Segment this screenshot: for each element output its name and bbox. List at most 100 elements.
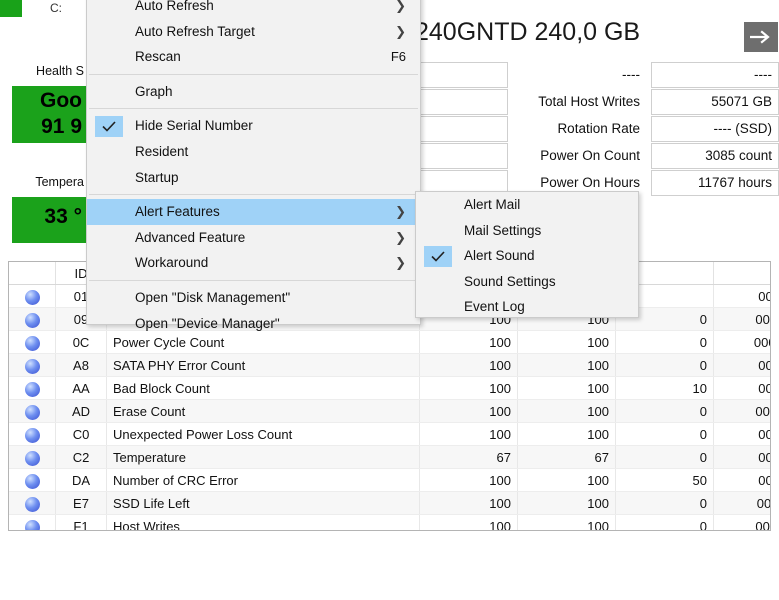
row-attribute-name: Number of CRC Error: [106, 468, 420, 492]
row-attribute-name: Bad Block Count: [106, 376, 420, 400]
info-field-0-value[interactable]: ----: [651, 62, 779, 88]
row-raw-value: 000000000068: [713, 376, 770, 400]
row-attribute-name: Unexpected Power Loss Count: [106, 422, 420, 446]
menu-item-advanced-feature[interactable]: Advanced Feature ❯: [87, 225, 420, 251]
row-threshold: 0: [615, 330, 714, 354]
total-host-writes-value[interactable]: 55071 GB: [651, 89, 779, 115]
row-id: C0: [55, 422, 107, 446]
menu-item-auto-refresh-target[interactable]: Auto Refresh Target ❯: [87, 19, 420, 45]
menu-item-label: Open "Disk Management": [135, 289, 291, 305]
table-row[interactable]: C0Unexpected Power Loss Count10010000000…: [9, 422, 770, 446]
row-attribute-name: SATA PHY Error Count: [106, 353, 420, 377]
submenu-item-label: Sound Settings: [464, 273, 556, 289]
tab-drive-c-label: C:: [50, 1, 62, 15]
info-field-1-row: Total Host Writes: [500, 89, 640, 115]
tab-drive-c[interactable]: C:: [22, 0, 90, 22]
row-threshold: 0: [615, 514, 714, 530]
menu-item-open-disk-management[interactable]: Open "Disk Management": [87, 285, 420, 311]
menu-item-label: Graph: [135, 83, 173, 99]
row-raw-value: 000000000C0D: [713, 330, 770, 354]
col-status[interactable]: [9, 262, 56, 285]
power-on-count-value[interactable]: 3085 count: [651, 143, 779, 169]
menu-item-label: Advanced Feature: [135, 229, 246, 245]
table-row[interactable]: A8SATA PHY Error Count100100000000000000…: [9, 353, 770, 377]
context-menu[interactable]: Auto Refresh ❯ Auto Refresh Target ❯ Rescan F…: [86, 0, 421, 331]
power-on-hours-value[interactable]: 11767 hours: [651, 170, 779, 196]
menu-item-label: Auto Refresh: [135, 0, 214, 13]
col-raw[interactable]: Raw Values: [713, 262, 770, 285]
row-raw-value: 00000000005B: [713, 491, 770, 515]
row-current: 100: [419, 399, 518, 423]
menu-item-startup[interactable]: Startup: [87, 165, 420, 191]
menu-item-auto-refresh[interactable]: Auto Refresh ❯: [87, 0, 420, 19]
info-field-3-row: Power On Count: [500, 143, 640, 169]
app-root: C: Health S Goo 91 9 Tempera 33 ° 0 240G…: [0, 0, 779, 600]
arrow-right-icon: [750, 30, 772, 44]
row-raw-value: 000000000012: [713, 422, 770, 446]
menu-item-label: Alert Features: [135, 204, 220, 220]
menu-item-workaround[interactable]: Workaround ❯: [87, 250, 420, 276]
row-status-cell: [9, 514, 56, 530]
chevron-right-icon: ❯: [395, 23, 406, 39]
menu-item-shortcut: F6: [390, 49, 406, 65]
table-row[interactable]: C2Temperature67670002100210021: [9, 445, 770, 469]
table-row[interactable]: E7SSD Life Left100100000000000005B: [9, 491, 770, 515]
table-row[interactable]: DANumber of CRC Error1001005000000000000…: [9, 468, 770, 492]
chevron-right-icon: ❯: [395, 229, 406, 245]
check-indicator: [95, 115, 123, 137]
row-id: AA: [55, 376, 107, 400]
menu-item-label: Hide Serial Number: [135, 118, 253, 134]
menu-item-resident[interactable]: Resident: [87, 139, 420, 165]
menu-item-label: Resident: [135, 143, 189, 159]
submenu-item-label: Alert Sound: [464, 248, 535, 264]
status-dot-icon: [24, 404, 40, 420]
status-dot-icon: [24, 496, 40, 512]
summary-pane: Health S Goo 91 9 Tempera 33 °: [0, 20, 86, 255]
row-threshold: 50: [615, 468, 714, 492]
submenu-item-alert-mail[interactable]: Alert Mail: [416, 192, 638, 218]
table-row[interactable]: F1Host Writes100100000000000D71F: [9, 514, 770, 530]
submenu-item-label: Alert Mail: [464, 197, 521, 212]
info-field-0-label: ----: [622, 67, 640, 82]
status-dot-icon: [24, 358, 40, 374]
menu-item-open-device-manager[interactable]: Open "Device Manager": [87, 311, 420, 337]
row-worst: 100: [517, 514, 616, 530]
row-threshold: 0: [615, 491, 714, 515]
row-worst: 100: [517, 330, 616, 354]
submenu-item-mail-settings[interactable]: Mail Settings: [416, 218, 638, 244]
row-status-cell: [9, 307, 56, 331]
table-row[interactable]: ADErase Count10010000000010B012B: [9, 399, 770, 423]
menu-item-hide-serial-number[interactable]: Hide Serial Number: [87, 113, 420, 139]
alert-features-submenu[interactable]: Alert Mail Mail Settings Alert Sound Sound …: [415, 191, 639, 318]
menu-item-alert-features[interactable]: Alert Features ❯: [87, 199, 420, 225]
menu-item-label: Open "Device Manager": [135, 315, 280, 331]
row-raw-value: 00000000D71F: [713, 514, 770, 530]
row-current: 100: [419, 468, 518, 492]
health-status-box[interactable]: Goo 91 9: [12, 86, 86, 143]
submenu-item-alert-sound[interactable]: Alert Sound: [416, 243, 638, 269]
menu-item-graph[interactable]: Graph: [87, 79, 420, 105]
temperature-box[interactable]: 33 °: [12, 197, 86, 243]
status-dot-icon: [24, 473, 40, 489]
status-dot-icon: [24, 312, 40, 328]
menu-item-label: Startup: [135, 169, 179, 185]
row-raw-value: 000000002DF7: [713, 307, 770, 331]
menu-item-label: Workaround: [135, 255, 209, 271]
submenu-item-sound-settings[interactable]: Sound Settings: [416, 269, 638, 295]
next-disk-button[interactable]: [744, 22, 778, 52]
row-status-cell: [9, 284, 56, 308]
row-threshold: 0: [615, 399, 714, 423]
submenu-item-event-log[interactable]: Event Log: [416, 294, 638, 320]
row-current: 100: [419, 491, 518, 515]
status-dot-icon: [24, 427, 40, 443]
row-status-cell: [9, 445, 56, 469]
menu-separator: [89, 194, 418, 196]
row-raw-value: 000000000000: [713, 468, 770, 492]
status-dot-icon: [24, 289, 40, 305]
menu-item-rescan[interactable]: Rescan F6: [87, 44, 420, 70]
row-worst: 100: [517, 399, 616, 423]
table-row[interactable]: AABad Block Count10010010000000000068: [9, 376, 770, 400]
row-worst: 67: [517, 445, 616, 469]
rotation-rate-value[interactable]: ---- (SSD): [651, 116, 779, 142]
check-indicator: [424, 245, 452, 267]
